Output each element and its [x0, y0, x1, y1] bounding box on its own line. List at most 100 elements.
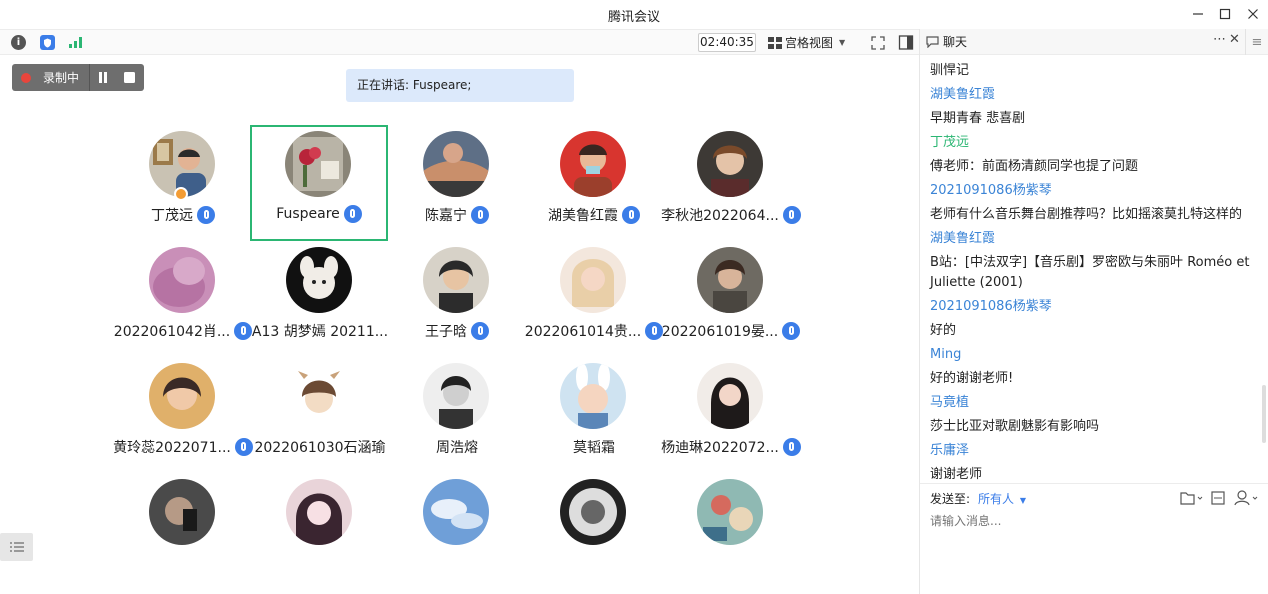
avatar — [560, 479, 626, 545]
chat-message: B站：[中法双字]【音乐剧】罗密欧与朱丽叶 Roméo et Juliette … — [930, 255, 1250, 290]
video-grid: 录制中 正在讲话: Fuspeare; 丁茂远 Fuspeare 陈嘉宁 湖美鲁… — [0, 55, 919, 594]
participant-name-row: 李秋池2022064... — [632, 205, 830, 225]
microphone-icon — [197, 206, 215, 224]
sidebar-toggle-icon[interactable] — [898, 34, 914, 51]
chat-menu-button[interactable]: ≡ — [1245, 29, 1268, 55]
avatar — [149, 479, 215, 545]
chat-sender: 2021091086杨紫琴 — [930, 183, 1052, 198]
participant-tile[interactable] — [388, 473, 526, 589]
signal-icon[interactable] — [68, 35, 83, 50]
minimize-icon — [1193, 13, 1203, 15]
microphone-icon — [782, 206, 801, 224]
avatar — [149, 247, 215, 313]
avatar — [560, 247, 626, 313]
maximize-icon — [1219, 8, 1231, 20]
participant-tile[interactable] — [662, 473, 800, 589]
speaking-indicator: 正在讲话: Fuspeare; — [346, 69, 574, 102]
user-settings-icon[interactable] — [1234, 489, 1262, 506]
chat-message: 驯悍记 — [930, 63, 970, 78]
chat-message: 莎士比亚对歌剧魅影有影响吗 — [930, 419, 1100, 434]
participant-tile[interactable] — [251, 473, 389, 589]
avatar — [697, 479, 763, 545]
close-button[interactable] — [1242, 4, 1264, 24]
participant-name: Fuspeare — [276, 206, 340, 222]
chat-sender: 丁茂远 — [930, 135, 970, 150]
view-mode-dropdown[interactable]: 宫格视图 ▼ — [768, 33, 858, 52]
record-dot-icon — [21, 72, 31, 83]
avatar — [423, 363, 489, 429]
avatar — [697, 131, 763, 197]
info-icon[interactable]: i — [11, 35, 26, 50]
avatar — [423, 479, 489, 545]
file-icon[interactable] — [1180, 490, 1204, 506]
participant-name: 杨迪琳2022072... — [661, 440, 779, 456]
stop-icon — [123, 72, 135, 83]
shield-icon[interactable] — [40, 35, 55, 50]
pause-recording-button[interactable] — [90, 64, 116, 91]
avatar — [423, 131, 489, 197]
chat-panel: 聊天 ⋯ ✕ ≡ 驯悍记 湖美鲁红霞 早期青春 悲喜剧 丁茂远 傅老师：前面杨清… — [919, 29, 1268, 594]
stop-recording-button[interactable] — [116, 64, 142, 91]
chat-scrollbar[interactable] — [1262, 385, 1266, 443]
participant-name-row: 杨迪琳2022072... — [632, 437, 830, 457]
chat-message-list: 驯悍记 湖美鲁红霞 早期青春 悲喜剧 丁茂远 傅老师：前面杨清颜同学也提了问题 … — [920, 59, 1263, 482]
chat-sender: 湖美鲁红霞 — [930, 87, 996, 102]
close-icon — [1248, 9, 1258, 19]
participant-name: 王子晗 — [425, 324, 467, 340]
grid-icon — [768, 36, 782, 49]
chat-message: 老师有什么音乐舞台剧推荐吗？比如摇滚莫扎特这样的 — [930, 207, 1243, 222]
more-options-icon[interactable]: ⋯ — [1213, 32, 1226, 47]
chat-message: 早期青春 悲喜剧 — [930, 111, 1026, 126]
send-to-label: 发送至: — [930, 492, 971, 506]
participant-tile[interactable] — [114, 473, 252, 589]
chat-message: 好的 — [930, 323, 957, 338]
chat-sender: Ming — [930, 347, 962, 362]
participant-name: 2022061042肖... — [113, 324, 231, 340]
participant-name: 黄玲蕊2022071... — [113, 440, 231, 456]
microphone-icon — [782, 438, 801, 456]
recording-label: 录制中 — [43, 71, 80, 85]
chat-bubble-icon — [926, 35, 939, 48]
title-bar: 腾讯会议 — [0, 0, 1268, 29]
recipient-dropdown[interactable]: 所有人 ▼ — [978, 490, 1026, 507]
participant-name: 2022061019晏... — [661, 324, 779, 340]
meeting-timer: 02:40:35 — [698, 33, 756, 52]
fullscreen-icon[interactable] — [870, 35, 886, 51]
chat-message: 好的谢谢老师! — [930, 371, 1014, 386]
participant-tile[interactable]: 丁茂远 — [114, 125, 252, 241]
chat-compose-area: 发送至: 所有人 ▼ — [920, 483, 1268, 594]
meeting-toolbar: i 02:40:35 宫格视图 ▼ — [0, 29, 919, 55]
avatar — [697, 247, 763, 313]
participant-name: 陈嘉宁 — [425, 208, 467, 224]
participant-tile[interactable]: 2022061019晏... — [662, 241, 801, 357]
participant-name: 莫韬霜 — [573, 440, 615, 456]
pause-icon — [99, 72, 108, 83]
view-mode-label: 宫格视图 — [785, 36, 834, 50]
screenshot-icon[interactable] — [1210, 490, 1226, 506]
chat-message: 傅老师：前面杨清颜同学也提了问题 — [930, 159, 1139, 174]
chat-sender: 2021091086杨紫琴 — [930, 299, 1052, 314]
avatar — [286, 247, 352, 313]
chat-title: 聊天 — [943, 35, 968, 49]
participant-name: 2022061014贵... — [524, 324, 642, 340]
side-menu-button[interactable] — [0, 533, 33, 561]
chat-header: 聊天 ⋯ ✕ ≡ — [920, 29, 1268, 55]
participant-name-row: 2022061019晏... — [632, 321, 830, 341]
chat-sender: 马竟植 — [930, 395, 970, 410]
maximize-button[interactable] — [1214, 4, 1236, 24]
caret-down-icon: ▼ — [839, 38, 846, 47]
participant-name: 李秋池2022064... — [661, 208, 779, 224]
close-chat-icon[interactable]: ✕ — [1229, 32, 1240, 47]
microphone-icon — [782, 322, 801, 340]
participant-tile[interactable]: 李秋池2022064... — [661, 125, 801, 241]
participant-name: 丁茂远 — [151, 208, 193, 224]
minimize-button[interactable] — [1187, 4, 1209, 24]
participant-tile[interactable] — [525, 473, 663, 589]
avatar — [149, 363, 215, 429]
recipient-label: 所有人 — [978, 492, 1015, 506]
participant-tile[interactable]: 杨迪琳2022072... — [661, 357, 801, 473]
chat-message-input[interactable] — [930, 510, 1256, 532]
chat-sender: 乐庸泽 — [930, 443, 970, 458]
avatar — [697, 363, 763, 429]
microphone-icon — [471, 206, 489, 224]
